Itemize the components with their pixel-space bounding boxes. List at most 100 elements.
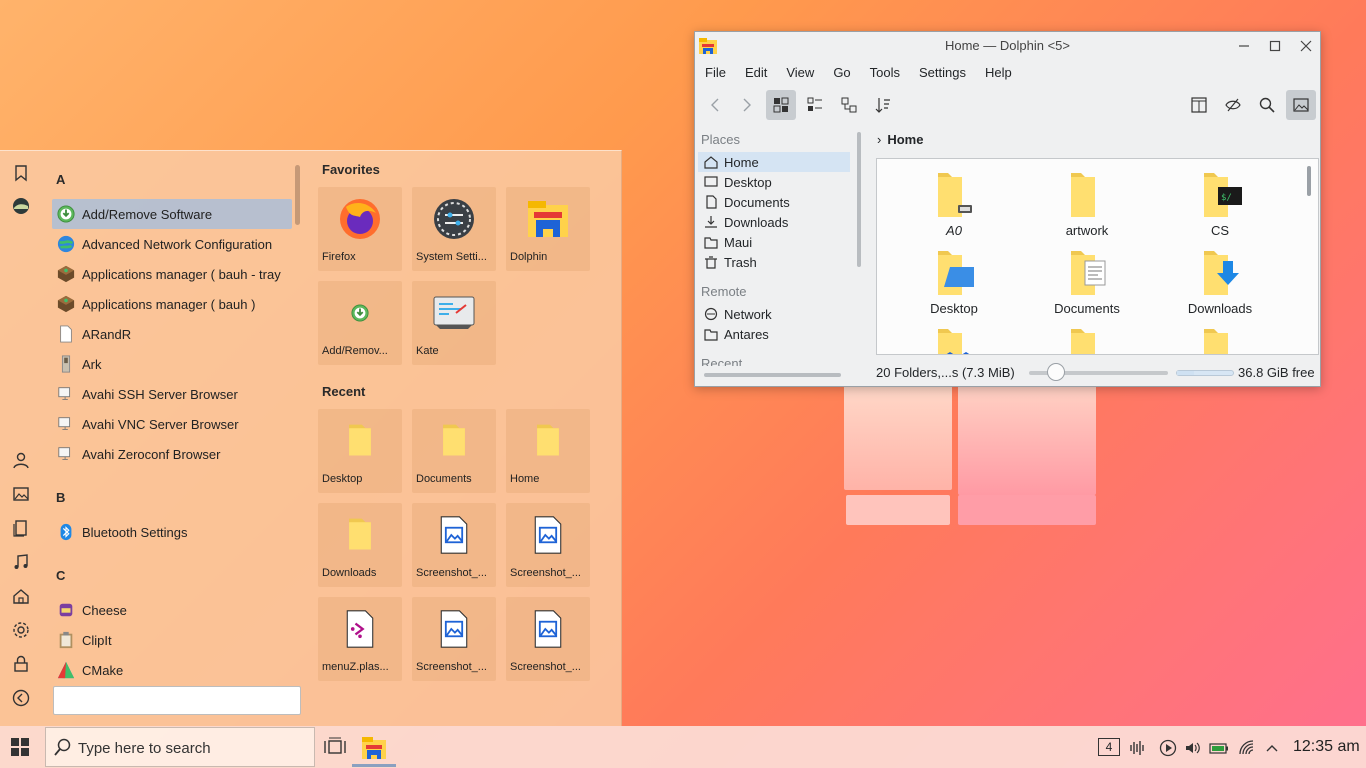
breadcrumb-home[interactable]: Home [887,132,923,147]
clock[interactable]: 12:35 am [1293,738,1360,756]
recent-tile[interactable]: Home [506,409,590,493]
recent-tile[interactable]: Screenshot_... [412,503,496,587]
places-item-maui[interactable]: Maui [698,232,850,252]
application-list-scrollbar[interactable] [295,165,300,225]
documents-icon[interactable] [11,518,31,538]
places-scrollbar[interactable] [857,132,861,267]
menu-help[interactable]: Help [985,60,1023,86]
places-item-documents[interactable]: Documents [698,192,850,212]
app-list-item[interactable]: ARandR [52,319,292,349]
compact-view-button[interactable] [800,90,830,120]
media-play-icon[interactable] [1158,738,1178,758]
file-item[interactable]: A0 [894,171,1014,238]
maximize-button[interactable] [1265,36,1285,56]
favorite-tile[interactable]: Add/Remov... [318,281,402,365]
window-title: Home — Dolphin <5> [944,38,1070,53]
app-list-item[interactable]: ClipIt [52,625,292,655]
hidden-files-icon[interactable] [1218,90,1248,120]
search-icon[interactable] [1252,90,1282,120]
dolphin-titlebar[interactable]: Home — Dolphin <5> [695,32,1320,60]
app-list-item[interactable]: Applications manager ( bauh ) [52,289,292,319]
file-item[interactable]: $/ CS [1160,171,1280,238]
volume-icon[interactable] [1183,738,1203,758]
recent-tile[interactable]: Screenshot_... [506,597,590,681]
virtual-desktop-indicator[interactable]: 4 [1098,738,1120,756]
minimize-button[interactable] [1234,36,1254,56]
user-avatar-icon[interactable] [11,196,31,216]
favorite-tile[interactable]: System Setti... [412,187,496,271]
app-list-item[interactable]: Avahi Zeroconf Browser [52,439,292,469]
places-item-network[interactable]: Network [698,304,850,324]
places-item-home[interactable]: Home [698,152,850,172]
icons-view-button[interactable] [766,90,796,120]
menu-search-input[interactable] [53,686,301,715]
recent-tile[interactable]: Desktop [318,409,402,493]
power-back-icon[interactable] [11,688,31,708]
places-item-antares[interactable]: Antares [698,324,850,344]
file-item[interactable] [1027,327,1147,354]
app-list-item[interactable]: Cheese [52,595,292,625]
places-item-downloads[interactable]: Downloads [698,212,850,232]
music-icon[interactable] [11,552,31,572]
file-item[interactable]: artwork [1027,171,1147,238]
close-button[interactable] [1296,36,1316,56]
recent-tile[interactable]: Screenshot_... [412,597,496,681]
zoom-slider-handle[interactable] [1047,363,1065,381]
preview-button[interactable] [1286,90,1316,120]
app-list-item[interactable]: Advanced Network Configuration [52,229,292,259]
battery-icon[interactable] [1209,738,1229,758]
menu-tools[interactable]: Tools [870,60,911,86]
places-item-desktop[interactable]: Desktop [698,172,850,192]
breadcrumb[interactable]: › Home [877,132,923,147]
taskbar-dolphin-button[interactable] [352,728,396,768]
dolphin-app-icon[interactable] [698,37,718,55]
user-icon[interactable] [11,450,31,470]
start-button[interactable] [10,737,30,757]
file-item[interactable] [894,327,1014,354]
favorite-tile[interactable]: Kate [412,281,496,365]
menu-edit[interactable]: Edit [745,60,778,86]
recent-tile[interactable]: Downloads [318,503,402,587]
back-button[interactable] [700,90,730,120]
app-list-item[interactable]: Add/Remove Software [52,199,292,229]
forward-button[interactable] [732,90,762,120]
app-list-item[interactable]: Avahi SSH Server Browser [52,379,292,409]
taskbar-search-box[interactable]: Type here to search [45,727,315,767]
file-view-scrollbar[interactable] [1307,166,1311,196]
home-icon[interactable] [11,586,31,606]
file-item[interactable]: Desktop [894,249,1014,316]
settings-gear-icon[interactable] [11,620,31,640]
recent-tile[interactable]: Screenshot_... [506,503,590,587]
menu-settings[interactable]: Settings [919,60,977,86]
favorite-tile[interactable]: Dolphin [506,187,590,271]
sort-button[interactable] [868,90,898,120]
menu-go[interactable]: Go [833,60,861,86]
app-list-item[interactable]: Bluetooth Settings [52,517,292,547]
file-item[interactable]: Documents [1027,249,1147,316]
chevron-up-icon[interactable] [1262,738,1282,758]
places-item-trash[interactable]: Trash [698,252,850,272]
app-list-item[interactable]: CMake [52,655,292,685]
lock-icon[interactable] [11,654,31,674]
app-list-item[interactable]: Applications manager ( bauh - tray [52,259,292,289]
recent-tile[interactable]: menuZ.plas... [318,597,402,681]
menu-file[interactable]: File [705,60,737,86]
recent-tile[interactable]: Documents [412,409,496,493]
app-list-item[interactable]: Avahi VNC Server Browser [52,409,292,439]
file-view[interactable]: A0 artwork $/ CS Desktop Documents Downloads [876,158,1319,355]
bookmark-icon[interactable] [11,163,31,183]
pictures-icon[interactable] [11,484,31,504]
details-view-button[interactable] [834,90,864,120]
menu-view[interactable]: View [786,60,825,86]
task-view-button[interactable] [324,736,346,758]
file-item[interactable]: Downloads [1160,249,1280,316]
audio-visualizer-icon[interactable] [1128,738,1148,758]
file-item[interactable] [1160,327,1280,354]
app-list-item-label: Avahi VNC Server Browser [82,416,239,432]
network-wifi-icon[interactable] [1237,738,1257,758]
places-horizontal-scrollbar[interactable] [704,373,841,377]
favorite-tile[interactable]: Firefox [318,187,402,271]
folder-icon [930,171,978,219]
split-view-button[interactable] [1184,90,1214,120]
app-list-item[interactable]: Ark [52,349,292,379]
